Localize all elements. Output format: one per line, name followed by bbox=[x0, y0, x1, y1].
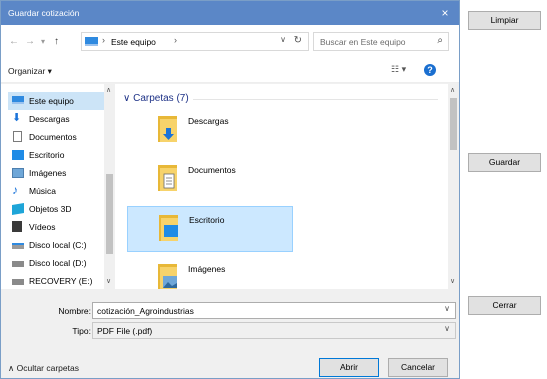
title-bar[interactable]: Guardar cotización × bbox=[1, 1, 459, 25]
search-icon[interactable]: ⌕ bbox=[437, 35, 443, 46]
sidebar-item-documentos[interactable]: Documentos bbox=[8, 128, 104, 146]
group-header-carpetas[interactable]: ∨ Carpetas (7) bbox=[123, 93, 189, 104]
computer-icon bbox=[12, 96, 24, 104]
divider bbox=[193, 99, 438, 100]
filetype-select[interactable]: PDF File (.pdf) ∨ bbox=[92, 322, 456, 339]
hide-folders-toggle[interactable]: ∧ Ocultar carpetas bbox=[8, 363, 79, 374]
scroll-down-icon[interactable]: ∨ bbox=[450, 277, 455, 285]
organize-menu-button[interactable]: Organizar ▾ bbox=[8, 66, 52, 77]
scroll-down-icon[interactable]: ∨ bbox=[106, 277, 111, 285]
filename-value: cotización_Agroindustrias bbox=[97, 306, 194, 316]
open-button[interactable]: Abrir bbox=[319, 358, 379, 377]
3d-objects-icon bbox=[12, 202, 24, 216]
file-list-pane: ∨ Carpetas (7) Descargas Documentos Escr… bbox=[115, 84, 448, 289]
up-arrow-icon[interactable]: ↑ bbox=[54, 36, 59, 47]
sidebar-item-disco-d[interactable]: Disco local (D:) bbox=[8, 254, 104, 272]
sidebar-item-videos[interactable]: Vídeos bbox=[8, 218, 104, 236]
forward-arrow-icon[interactable]: → bbox=[25, 36, 35, 47]
pictures-folder-icon bbox=[158, 264, 177, 289]
navigation-pane: Este equipo ⬇ Descargas Documentos Escri… bbox=[1, 84, 114, 289]
folder-item-imagenes[interactable]: Imágenes bbox=[127, 256, 293, 289]
folder-label: Imágenes bbox=[188, 264, 226, 274]
hide-folders-label: Ocultar carpetas bbox=[16, 363, 79, 373]
sidebar-item-label: RECOVERY (E:) bbox=[29, 276, 93, 286]
sidebar-item-musica[interactable]: ♪ Música bbox=[8, 182, 104, 200]
pictures-icon bbox=[12, 168, 24, 178]
folder-label: Documentos bbox=[188, 165, 236, 175]
sidebar-item-objetos-3d[interactable]: Objetos 3D bbox=[8, 200, 104, 218]
filetype-label: Tipo: bbox=[72, 326, 91, 336]
save-button[interactable]: Guardar bbox=[468, 153, 541, 172]
breadcrumb-este-equipo[interactable]: Este equipo bbox=[111, 37, 156, 47]
folder-item-descargas[interactable]: Descargas bbox=[127, 108, 293, 154]
cancel-button[interactable]: Cancelar bbox=[388, 358, 448, 377]
chevron-up-icon: ∧ bbox=[8, 363, 15, 373]
drive-icon bbox=[12, 279, 24, 285]
music-icon: ♪ bbox=[12, 183, 18, 197]
sidebar-item-escritorio[interactable]: Escritorio bbox=[8, 146, 104, 164]
filetype-value: PDF File (.pdf) bbox=[97, 326, 153, 336]
file-list-scrollbar[interactable]: ∧ ∨ bbox=[448, 84, 459, 289]
folder-label: Descargas bbox=[188, 116, 229, 126]
close-button[interactable]: Cerrar bbox=[468, 296, 541, 315]
search-placeholder: Buscar en Este equipo bbox=[320, 37, 406, 47]
sidebar-item-label: Vídeos bbox=[29, 222, 56, 232]
sidebar-item-label: Disco local (C:) bbox=[29, 240, 87, 250]
desktop-folder-icon bbox=[159, 215, 178, 241]
scrollbar-thumb[interactable] bbox=[106, 174, 113, 254]
sidebar-item-este-equipo[interactable]: Este equipo bbox=[8, 92, 104, 110]
sidebar-item-label: Imágenes bbox=[29, 168, 67, 178]
filename-label: Nombre: bbox=[58, 306, 91, 316]
back-arrow-icon[interactable]: ← bbox=[9, 36, 19, 47]
document-icon bbox=[13, 131, 22, 142]
clear-button[interactable]: Limpiar bbox=[468, 11, 541, 30]
view-options-icon[interactable]: ☷ ▾ bbox=[391, 64, 406, 75]
drive-icon bbox=[12, 243, 24, 249]
downloads-folder-icon bbox=[158, 116, 177, 142]
search-input[interactable]: Buscar en Este equipo ⌕ bbox=[313, 32, 449, 51]
folder-item-documentos[interactable]: Documentos bbox=[127, 157, 293, 203]
help-icon[interactable]: ? bbox=[424, 64, 436, 76]
download-icon: ⬇ bbox=[12, 112, 22, 124]
sidebar-item-label: Documentos bbox=[29, 132, 77, 142]
sidebar-item-imagenes[interactable]: Imágenes bbox=[8, 164, 104, 182]
chevron-down-icon[interactable]: ∨ bbox=[444, 304, 450, 313]
save-dialog: Guardar cotización × ← → ▾ ↑ › Este equi… bbox=[0, 0, 460, 379]
documents-folder-icon bbox=[158, 165, 177, 191]
sidebar-item-descargas[interactable]: ⬇ Descargas bbox=[8, 110, 104, 128]
toolbar: Organizar ▾ ☷ ▾ ? bbox=[1, 59, 459, 83]
scrollbar-thumb[interactable] bbox=[450, 98, 457, 150]
filename-field[interactable]: cotización_Agroindustrias ∨ bbox=[92, 302, 456, 319]
videos-icon bbox=[12, 221, 22, 232]
sidebar-item-disco-c[interactable]: Disco local (C:) bbox=[8, 236, 104, 254]
breadcrumb-separator[interactable]: › bbox=[174, 35, 177, 45]
folder-label: Escritorio bbox=[189, 215, 225, 225]
refresh-icon[interactable]: ↻ bbox=[294, 35, 302, 46]
computer-icon bbox=[85, 37, 98, 46]
scroll-up-icon[interactable]: ∧ bbox=[450, 86, 455, 94]
scroll-up-icon[interactable]: ∧ bbox=[106, 86, 111, 94]
navigation-scrollbar[interactable]: ∧ ∨ bbox=[104, 84, 114, 289]
navigation-bar: ← → ▾ ↑ › Este equipo › ∨ ↻ Buscar en Es… bbox=[1, 25, 459, 59]
breadcrumb-separator: › bbox=[102, 35, 105, 45]
chevron-down-icon[interactable]: ∨ bbox=[444, 324, 450, 333]
group-header-label: Carpetas (7) bbox=[133, 93, 189, 104]
close-icon[interactable]: × bbox=[435, 4, 455, 22]
desktop-icon bbox=[12, 150, 24, 160]
sidebar-item-label: Objetos 3D bbox=[29, 204, 72, 214]
address-bar[interactable]: › Este equipo › ∨ ↻ bbox=[81, 32, 309, 51]
sidebar-item-label: Escritorio bbox=[29, 150, 65, 160]
folder-item-escritorio[interactable]: Escritorio bbox=[127, 206, 293, 252]
sidebar-item-label: Música bbox=[29, 186, 56, 196]
sidebar-item-label: Este equipo bbox=[29, 96, 74, 106]
sidebar-item-recovery[interactable]: RECOVERY (E:) bbox=[8, 272, 104, 289]
chevron-down-icon[interactable]: ∨ bbox=[280, 35, 286, 44]
sidebar-item-label: Descargas bbox=[29, 114, 70, 124]
sidebar-item-label: Disco local (D:) bbox=[29, 258, 87, 268]
drive-icon bbox=[12, 261, 24, 267]
dialog-title: Guardar cotización bbox=[8, 8, 80, 18]
recent-dropdown-icon[interactable]: ▾ bbox=[41, 37, 45, 46]
